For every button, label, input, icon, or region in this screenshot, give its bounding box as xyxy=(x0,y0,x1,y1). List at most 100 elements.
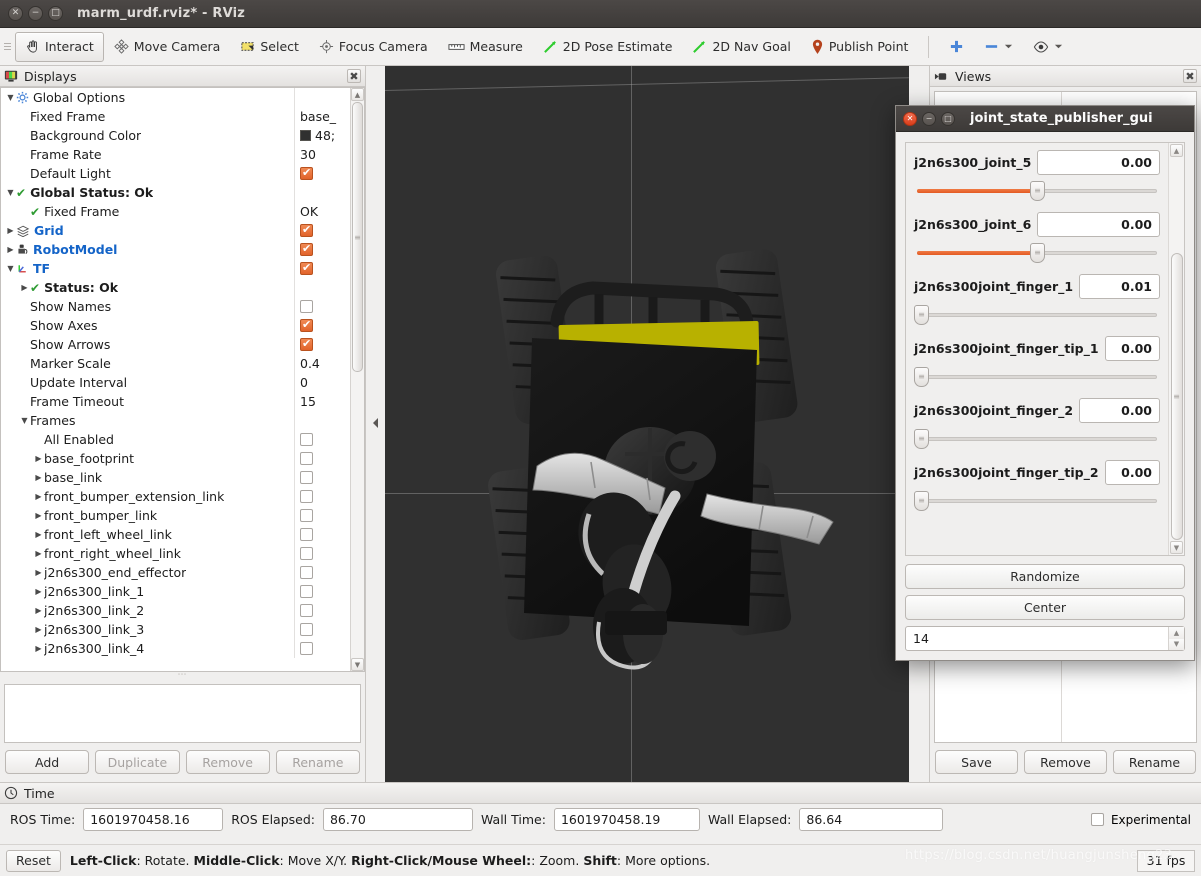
toolbar-drag-handle[interactable] xyxy=(2,36,12,58)
scroll-down-arrow[interactable]: ▼ xyxy=(351,658,364,671)
display-tree-value[interactable] xyxy=(294,601,350,620)
display-tree-row[interactable]: Fixed Frame base_ xyxy=(1,107,350,126)
chevron-down-icon[interactable]: ▼ xyxy=(5,264,16,273)
slider-handle[interactable]: ≡ xyxy=(914,367,929,387)
display-enable-checkbox[interactable] xyxy=(300,642,313,655)
joint-value-input[interactable]: 0.00 xyxy=(1037,211,1160,237)
scroll-up-arrow[interactable]: ▲ xyxy=(351,88,364,101)
jsp-spinbox-arrows[interactable]: ▲ ▼ xyxy=(1168,627,1184,650)
display-tree-row[interactable]: ▶ ✔ Status: Ok xyxy=(1,278,350,297)
chevron-right-icon[interactable]: ▶ xyxy=(33,511,44,520)
display-tree-value[interactable] xyxy=(294,259,350,278)
display-tree-value[interactable] xyxy=(294,582,350,601)
display-tree-value[interactable] xyxy=(294,468,350,487)
views-save-button[interactable]: Save xyxy=(935,750,1018,774)
joint-slider[interactable]: ≡ xyxy=(914,180,1160,202)
display-tree-row[interactable]: ▶ Grid xyxy=(1,221,350,240)
chevron-right-icon[interactable]: ▶ xyxy=(33,587,44,596)
display-enable-checkbox[interactable] xyxy=(300,166,313,180)
center-button[interactable]: Center xyxy=(905,595,1185,620)
slider-handle[interactable]: ≡ xyxy=(914,305,929,325)
slider-handle[interactable]: ≡ xyxy=(914,491,929,511)
display-tree-row[interactable]: Show Names xyxy=(1,297,350,316)
jsp-scroll-down-arrow[interactable]: ▼ xyxy=(1170,541,1183,554)
chevron-down-icon[interactable]: ▼ xyxy=(5,93,16,102)
display-tree-row[interactable]: Show Arrows xyxy=(1,335,350,354)
joint-value-input[interactable]: 0.00 xyxy=(1104,459,1160,485)
display-tree-value[interactable] xyxy=(294,563,350,582)
display-enable-checkbox[interactable] xyxy=(300,490,313,503)
displays-add-button[interactable]: Add xyxy=(5,750,90,774)
joint-slider[interactable]: ≡ xyxy=(914,304,1160,326)
chevron-right-icon[interactable]: ▶ xyxy=(5,245,16,254)
display-tree-row[interactable]: Frame Timeout 15 xyxy=(1,392,350,411)
tool-measure[interactable]: Measure xyxy=(438,32,533,62)
spin-down-arrow[interactable]: ▼ xyxy=(1169,638,1184,650)
display-tree-row[interactable]: ▼ TF xyxy=(1,259,350,278)
display-enable-checkbox[interactable] xyxy=(300,547,313,560)
display-tree-row[interactable]: Default Light xyxy=(1,164,350,183)
joint-value-input[interactable]: 0.00 xyxy=(1104,335,1160,361)
display-tree-row[interactable]: Background Color 48; xyxy=(1,126,350,145)
display-tree-row[interactable]: Update Interval 0 xyxy=(1,373,350,392)
display-tree-value[interactable] xyxy=(294,544,350,563)
time-field-input[interactable]: 1601970458.16 xyxy=(83,808,224,831)
chevron-right-icon[interactable]: ▶ xyxy=(19,283,30,292)
views-rename-button[interactable]: Rename xyxy=(1113,750,1196,774)
displays-splitter[interactable]: ⋯ xyxy=(0,670,365,680)
display-enable-checkbox[interactable] xyxy=(300,261,313,275)
display-tree-row[interactable]: ▶ front_bumper_link xyxy=(1,506,350,525)
display-tree-row[interactable]: ▶ front_bumper_extension_link xyxy=(1,487,350,506)
display-tree-value[interactable] xyxy=(294,240,350,259)
chevron-right-icon[interactable]: ▶ xyxy=(33,549,44,558)
display-tree-value[interactable] xyxy=(294,297,350,316)
display-tree-row[interactable]: ▶ j2n6s300_link_1 xyxy=(1,582,350,601)
display-tree-value[interactable]: 15 xyxy=(294,392,350,411)
display-tree-value[interactable] xyxy=(294,335,350,354)
display-tree-value[interactable] xyxy=(294,525,350,544)
slider-handle[interactable]: ≡ xyxy=(1030,181,1045,201)
display-enable-checkbox[interactable] xyxy=(300,566,313,579)
display-tree-row[interactable]: ▼ Frames xyxy=(1,411,350,430)
time-field-input[interactable]: 1601970458.19 xyxy=(553,808,700,831)
display-enable-checkbox[interactable] xyxy=(300,623,313,636)
display-enable-checkbox[interactable] xyxy=(300,318,313,332)
tool-select[interactable]: Select xyxy=(230,32,309,62)
visibility-button[interactable] xyxy=(1023,32,1073,62)
views-close-icon[interactable]: ✖ xyxy=(1183,69,1197,83)
add-panel-button[interactable] xyxy=(939,32,974,62)
chevron-right-icon[interactable]: ▶ xyxy=(33,644,44,653)
chevron-right-icon[interactable]: ▶ xyxy=(33,568,44,577)
tool-focus-camera[interactable]: Focus Camera xyxy=(309,32,438,62)
joint-value-input[interactable]: 0.00 xyxy=(1037,149,1160,175)
joint-slider[interactable]: ≡ xyxy=(914,428,1160,450)
display-tree-row[interactable]: ▶ front_left_wheel_link xyxy=(1,525,350,544)
display-tree-value[interactable] xyxy=(294,164,350,183)
chevron-right-icon[interactable]: ▶ xyxy=(33,625,44,634)
display-enable-checkbox[interactable] xyxy=(300,509,313,522)
display-tree-row[interactable]: Show Axes xyxy=(1,316,350,335)
display-tree-row[interactable]: All Enabled xyxy=(1,430,350,449)
joint-slider[interactable]: ≡ xyxy=(914,490,1160,512)
display-tree-value[interactable]: 48; xyxy=(294,126,350,145)
joint-value-input[interactable]: 0.00 xyxy=(1079,397,1160,423)
chevron-right-icon[interactable]: ▶ xyxy=(33,492,44,501)
chevron-right-icon[interactable]: ▶ xyxy=(33,473,44,482)
display-tree-row[interactable]: ▶ j2n6s300_link_3 xyxy=(1,620,350,639)
display-tree-row[interactable]: ✔ Fixed Frame OK xyxy=(1,202,350,221)
time-field-input[interactable]: 86.70 xyxy=(322,808,473,831)
display-tree-row[interactable]: Marker Scale 0.4 xyxy=(1,354,350,373)
display-tree-value[interactable]: base_ xyxy=(294,107,350,126)
displays-tree[interactable]: ▼ Global Options Fixed Frame base_ Backgroun… xyxy=(1,88,350,671)
jsp-scroll-up-arrow[interactable]: ▲ xyxy=(1170,144,1183,157)
display-tree-row[interactable]: ▶ j2n6s300_link_4 xyxy=(1,639,350,658)
display-tree-value[interactable] xyxy=(294,449,350,468)
chevron-right-icon[interactable]: ▶ xyxy=(5,226,16,235)
window-minimize-button[interactable]: − xyxy=(28,6,43,21)
render-viewport-3d[interactable] xyxy=(385,66,909,782)
tool-move-camera[interactable]: Move Camera xyxy=(104,32,231,62)
joint-value-input[interactable]: 0.01 xyxy=(1079,273,1160,299)
slider-handle[interactable]: ≡ xyxy=(914,429,929,449)
displays-close-icon[interactable]: ✖ xyxy=(347,69,361,83)
display-enable-checkbox[interactable] xyxy=(300,585,313,598)
